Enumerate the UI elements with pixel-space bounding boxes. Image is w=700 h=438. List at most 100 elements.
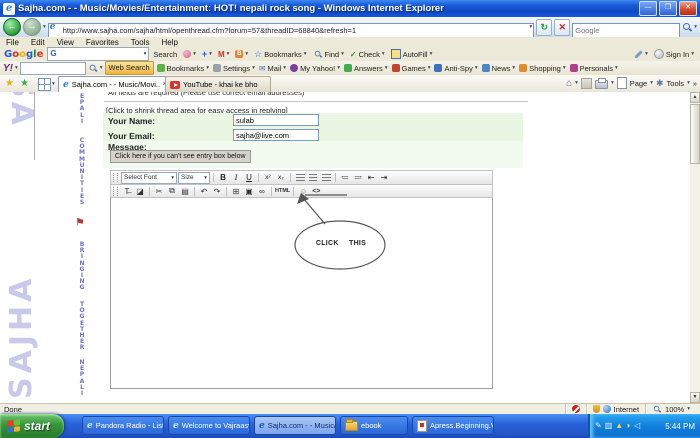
home-icon[interactable]: ⌂ — [566, 78, 572, 89]
insert-image-icon[interactable]: ▣ — [243, 186, 255, 196]
google-bookmarks-button[interactable]: ☆Bookmarks▾ — [252, 49, 308, 60]
menu-tools[interactable]: Tools — [125, 38, 156, 47]
outdent-icon[interactable]: ⇤ — [365, 173, 377, 183]
start-button[interactable]: start — [0, 414, 64, 438]
scroll-up-icon[interactable]: ▲ — [690, 92, 700, 103]
remove-format-icon[interactable]: T̶ — [121, 186, 133, 196]
size-select[interactable]: Size▾ — [178, 172, 210, 184]
yahoo-search-input[interactable] — [20, 62, 86, 75]
insert-link-icon[interactable]: ∞ — [256, 186, 268, 196]
menu-file[interactable]: File — [0, 38, 25, 47]
bold-button[interactable]: B — [217, 173, 229, 183]
superscript-icon[interactable] — [262, 173, 274, 183]
google-search-input[interactable]: ▾ — [47, 47, 149, 61]
taskbar-item-apress[interactable]: Apress.Beginning.Vis... — [412, 416, 494, 435]
tab-youtube[interactable]: YouTube - khai ke bho — [165, 76, 271, 92]
google-find-button[interactable]: Find▾ — [311, 49, 346, 59]
numbered-list-icon[interactable]: ≕ — [352, 173, 364, 183]
google-autofill-button[interactable]: AutoFill▾ — [389, 49, 435, 59]
favorites-center-icon[interactable]: ★ — [5, 78, 14, 89]
quick-tabs-icon[interactable] — [38, 78, 51, 91]
google-check-button[interactable]: ✓Check▾ — [348, 50, 387, 59]
show-entry-box-button[interactable]: Click here if you can't see entry box be… — [110, 150, 251, 163]
stop-button[interactable]: ✕ — [554, 19, 570, 36]
blogger-button[interactable]: B▾ — [233, 50, 250, 58]
yahoo-bookmarks[interactable]: Bookmarks▾ — [156, 64, 210, 73]
bullet-list-icon[interactable]: ≔ — [339, 173, 351, 183]
yahoo-logo[interactable]: Y! — [3, 63, 13, 74]
taskbar-item-pandora[interactable]: ePandora Radio - Liste... — [82, 416, 164, 435]
gmail-button[interactable]: M▾ — [216, 50, 231, 59]
add-favorite-icon[interactable]: ★ — [20, 78, 29, 89]
yahoo-antispy[interactable]: Anti-Spy▾ — [433, 64, 478, 73]
google-share-button[interactable]: ▾ — [181, 50, 198, 58]
restore-button[interactable]: ❐ — [659, 1, 677, 16]
search-options-icon[interactable]: ▾ — [694, 24, 697, 30]
google-add-button[interactable]: +▾ — [200, 49, 214, 59]
indent-icon[interactable]: ⇥ — [378, 173, 390, 183]
back-button[interactable]: ← — [3, 18, 21, 36]
google-signin-button[interactable]: Sign In▾ — [652, 49, 696, 59]
subscript-icon[interactable] — [275, 173, 287, 183]
google-search-button[interactable]: Search — [151, 50, 179, 59]
align-left-icon[interactable] — [294, 173, 306, 183]
email-input[interactable] — [233, 129, 319, 141]
cut-icon[interactable]: ✂ — [153, 186, 165, 196]
yahoo-answers[interactable]: Answers▾ — [343, 64, 389, 73]
refresh-button[interactable]: ↻ — [536, 19, 552, 36]
search-go-icon[interactable] — [682, 22, 692, 32]
menu-favorites[interactable]: Favorites — [80, 38, 125, 47]
taskbar-item-sajha[interactable]: eSajha.com - - Music/... — [254, 416, 336, 435]
font-select[interactable]: Select Font▾ — [121, 172, 177, 184]
page-menu[interactable]: Page — [630, 79, 648, 88]
tab-list-dropdown-icon[interactable]: ▾ — [52, 81, 55, 87]
tray-pen-icon[interactable]: ✎ — [595, 422, 602, 430]
toolbar-grip[interactable] — [113, 187, 118, 196]
align-center-icon[interactable] — [307, 173, 319, 183]
tray-network-icon[interactable]: ◗ — [626, 422, 631, 430]
redo-icon[interactable]: ↷ — [211, 186, 223, 196]
italic-button[interactable]: I — [230, 173, 242, 183]
tab-sajha[interactable]: e Sajha.com - - Music/Movi... × — [58, 76, 172, 92]
taskbar-item-ebook[interactable]: ebook — [340, 416, 408, 435]
tray-display-icon[interactable]: ▥ — [605, 422, 613, 430]
zoom-control[interactable]: 100% ▾ — [645, 404, 696, 414]
yahoo-mail[interactable]: ✉Mail▾ — [258, 64, 287, 73]
toolbar-overflow-chevron[interactable]: » — [693, 79, 697, 88]
toolbar-grip[interactable] — [113, 173, 118, 182]
yahoo-shopping[interactable]: Shopping▾ — [518, 64, 566, 73]
url-input[interactable] — [48, 23, 534, 38]
history-dropdown-icon[interactable]: ▾ — [43, 24, 46, 30]
url-dropdown-icon[interactable]: ▾ — [529, 24, 532, 30]
message-entry-area[interactable] — [110, 198, 493, 389]
underline-button[interactable]: U — [243, 173, 255, 183]
google-settings-button[interactable]: ▾ — [632, 51, 650, 57]
align-right-icon[interactable] — [320, 173, 332, 183]
code-snippet-icon[interactable]: <> — [310, 186, 322, 196]
name-input[interactable] — [233, 114, 319, 126]
minimize-button[interactable]: — — [639, 1, 657, 16]
feeds-icon[interactable] — [581, 78, 592, 89]
format-painter-icon[interactable]: ◪ — [134, 186, 146, 196]
paste-icon[interactable]: ▤ — [179, 186, 191, 196]
undo-icon[interactable]: ↶ — [198, 186, 210, 196]
close-button[interactable]: ✕ — [679, 1, 697, 16]
search-input[interactable] — [572, 23, 680, 38]
scroll-down-icon[interactable]: ▼ — [690, 392, 700, 403]
tray-volume-icon[interactable]: ◁ — [634, 422, 640, 430]
html-source-button[interactable]: HTML — [275, 186, 290, 196]
insert-table-icon[interactable]: ⊞ — [230, 186, 242, 196]
forward-button[interactable]: → — [23, 18, 41, 36]
web-search-button[interactable]: Web Search — [105, 61, 154, 75]
menu-help[interactable]: Help — [155, 38, 183, 47]
taskbar-item-vajra[interactable]: eWelcome to Vajraasy... — [168, 416, 250, 435]
yahoo-personals[interactable]: Personals▾ — [569, 64, 619, 73]
tools-menu[interactable]: Tools — [667, 79, 685, 88]
smiley-icon[interactable]: ☺ — [297, 186, 309, 196]
tray-warning-icon[interactable]: ▲ — [615, 422, 623, 430]
scrollbar-thumb[interactable] — [690, 104, 700, 164]
yahoo-news[interactable]: News▾ — [481, 64, 517, 73]
yahoo-my-yahoo[interactable]: My Yahoo!▾ — [289, 64, 341, 73]
menu-edit[interactable]: Edit — [25, 38, 51, 47]
vertical-scrollbar[interactable]: ▲ ▼ — [690, 92, 700, 403]
